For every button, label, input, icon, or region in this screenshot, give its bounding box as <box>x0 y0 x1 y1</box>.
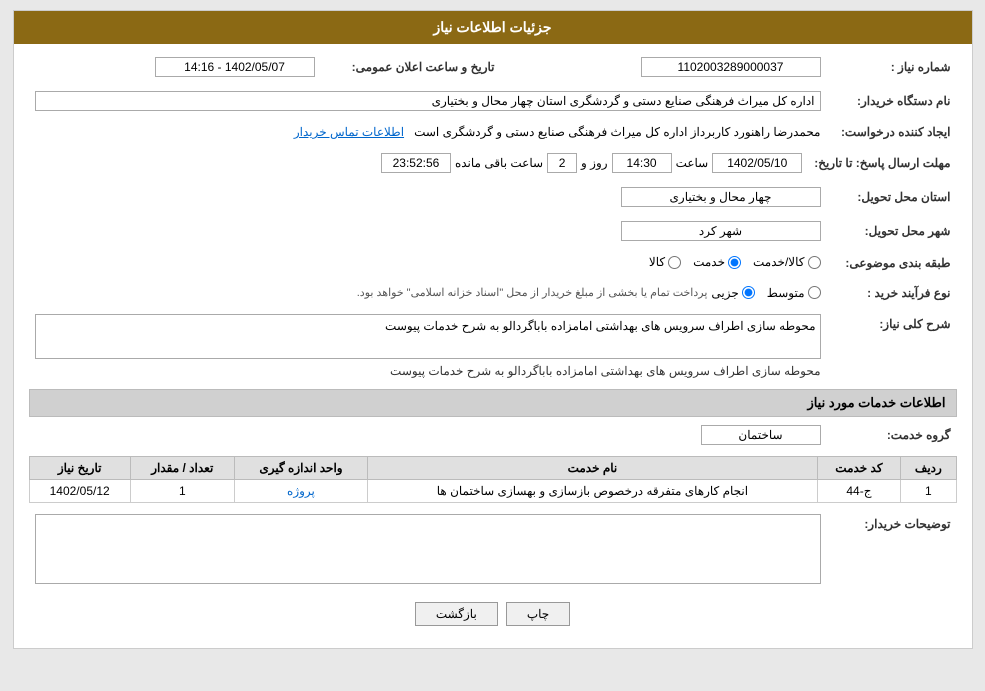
creator-link[interactable]: اطلاعات تماس خریدار <box>294 125 404 139</box>
response-deadline-row: 1402/05/10 ساعت 14:30 روز و 2 ساعت باقی … <box>29 150 809 176</box>
col-quantity: تعداد / مقدار <box>130 456 234 479</box>
info-row-4: مهلت ارسال پاسخ: تا تاریخ: 1402/05/10 سا… <box>29 150 957 176</box>
category-option-khedmat[interactable]: خدمت <box>693 255 741 269</box>
cell-unit: پروژه <box>234 479 367 502</box>
category-option-kala-khedmat[interactable]: کالا/خدمت <box>753 255 820 269</box>
purchase-type-option-motavaset[interactable]: متوسط <box>767 286 821 300</box>
category-radio-group: کالا/خدمت خدمت کالا <box>649 255 821 269</box>
cell-service-code: ج-44 <box>817 479 901 502</box>
page-title: جزئیات اطلاعات نیاز <box>433 19 551 35</box>
response-days-label: روز و <box>581 156 608 170</box>
response-days-box: 2 <box>547 153 577 173</box>
buyer-org-box: اداره کل میراث فرهنگی صنایع دستی و گردشگ… <box>35 91 821 111</box>
cell-service-name: انجام کارهای متفرقه درخصوص بازسازی و بهس… <box>368 479 818 502</box>
need-description-value: محوطه سازی اطراف سرویس های بهداشتی امامز… <box>29 311 827 381</box>
button-row: چاپ بازگشت <box>29 602 957 626</box>
service-group-row: گروه خدمت: ساختمان <box>29 422 957 448</box>
need-number-box: 1102003289000037 <box>641 57 821 77</box>
buyer-notes-wrapper <box>35 514 821 587</box>
response-remaining-label: ساعت باقی مانده <box>455 156 543 170</box>
col-service-code: کد خدمت <box>817 456 901 479</box>
cell-row-num: 1 <box>901 479 956 502</box>
creator-value: محمدرضا راهنورد کاربرداز اداره کل میراث … <box>29 122 827 142</box>
buyer-notes-value <box>29 511 827 590</box>
province-box: چهار محال و بختیاری <box>621 187 821 207</box>
creator-label: ایجاد کننده درخواست: <box>827 122 957 142</box>
category-option-kala[interactable]: کالا <box>649 255 681 269</box>
col-unit: واحد اندازه گیری <box>234 456 367 479</box>
need-description-wrapper <box>35 314 821 362</box>
need-description-textarea[interactable] <box>35 314 821 359</box>
col-service-name: نام خدمت <box>368 456 818 479</box>
back-button[interactable]: بازگشت <box>415 602 498 626</box>
city-label: شهر محل تحویل: <box>827 218 957 244</box>
cell-quantity: 1 <box>130 479 234 502</box>
info-row-6: شهر محل تحویل: شهر کرد <box>29 218 957 244</box>
info-row-5: استان محل تحویل: چهار محال و بختیاری <box>29 184 957 210</box>
date-box: 1402/05/07 - 14:16 <box>155 57 315 77</box>
buyer-notes-row: توضیحات خریدار: <box>29 511 957 590</box>
info-row-8: نوع فرآیند خرید : متوسط جزیی <box>29 283 957 303</box>
response-deadline-label: مهلت ارسال پاسخ: تا تاریخ: <box>808 150 956 176</box>
purchase-type-option-jozi[interactable]: جزیی <box>711 286 754 300</box>
category-label: طبقه بندی موضوعی: <box>827 252 957 275</box>
content-area: شماره نیاز : 1102003289000037 تاریخ و سا… <box>14 44 972 648</box>
date-label: تاریخ و ساعت اعلان عمومی: <box>321 54 501 80</box>
province-value: چهار محال و بختیاری <box>29 184 827 210</box>
buyer-org-value: اداره کل میراث فرهنگی صنایع دستی و گردشگ… <box>29 88 827 114</box>
cell-date: 1402/05/12 <box>29 479 130 502</box>
info-row-1: شماره نیاز : 1102003289000037 تاریخ و سا… <box>29 54 957 80</box>
service-group-value: ساختمان <box>29 422 827 448</box>
response-date-box: 1402/05/10 <box>712 153 802 173</box>
info-row-need-desc: شرح کلی نیاز: محوطه سازی اطراف سرویس های… <box>29 311 957 381</box>
print-button[interactable]: چاپ <box>506 602 570 626</box>
need-description-label: شرح کلی نیاز: <box>827 311 957 381</box>
purchase-type-note: پرداخت تمام یا بخشی از مبلغ خریدار از مح… <box>357 286 708 299</box>
response-time-label: ساعت <box>676 156 709 170</box>
col-date: تاریخ نیاز <box>29 456 130 479</box>
purchase-type-label: نوع فرآیند خرید : <box>827 283 957 303</box>
info-row-2: نام دستگاه خریدار: اداره کل میراث فرهنگی… <box>29 88 957 114</box>
col-row-num: ردیف <box>901 456 956 479</box>
response-remaining-box: 23:52:56 <box>381 153 451 173</box>
category-radios: کالا/خدمت خدمت کالا <box>29 252 827 275</box>
info-row-3: ایجاد کننده درخواست: محمدرضا راهنورد کار… <box>29 122 957 142</box>
service-group-box: ساختمان <box>701 425 821 445</box>
purchase-type-value: متوسط جزیی پرداخت تمام یا بخشی از مبلغ خ… <box>29 283 827 303</box>
city-value: شهر کرد <box>29 218 827 244</box>
buyer-notes-textarea[interactable] <box>35 514 821 584</box>
service-group-label: گروه خدمت: <box>827 422 957 448</box>
response-time-box: 14:30 <box>612 153 672 173</box>
buyer-notes-label: توضیحات خریدار: <box>827 511 957 590</box>
purchase-type-radio-group: متوسط جزیی <box>711 286 820 300</box>
info-row-7: طبقه بندی موضوعی: کالا/خدمت خدمت <box>29 252 957 275</box>
main-container: جزئیات اطلاعات نیاز شماره نیاز : 1102003… <box>13 10 973 649</box>
response-deadline-flex: 1402/05/10 ساعت 14:30 روز و 2 ساعت باقی … <box>35 153 803 173</box>
radio-kala-khedmat[interactable] <box>808 256 821 269</box>
need-number-label: شماره نیاز : <box>827 54 957 80</box>
radio-jozi[interactable] <box>742 286 755 299</box>
radio-kala[interactable] <box>668 256 681 269</box>
need-description-text: محوطه سازی اطراف سرویس های بهداشتی امامز… <box>35 364 821 378</box>
radio-motavaset[interactable] <box>808 286 821 299</box>
purchase-type-row: متوسط جزیی پرداخت تمام یا بخشی از مبلغ خ… <box>35 286 821 300</box>
services-table: ردیف کد خدمت نام خدمت واحد اندازه گیری ت… <box>29 456 957 503</box>
province-label: استان محل تحویل: <box>827 184 957 210</box>
page-header: جزئیات اطلاعات نیاز <box>14 11 972 44</box>
radio-khedmat[interactable] <box>728 256 741 269</box>
buyer-org-label: نام دستگاه خریدار: <box>827 88 957 114</box>
services-section-header: اطلاعات خدمات مورد نیاز <box>29 389 957 417</box>
table-row: 1 ج-44 انجام کارهای متفرقه درخصوص بازساز… <box>29 479 956 502</box>
date-value: 1402/05/07 - 14:16 <box>29 54 321 80</box>
city-box: شهر کرد <box>621 221 821 241</box>
need-number-value: 1102003289000037 <box>501 54 827 80</box>
